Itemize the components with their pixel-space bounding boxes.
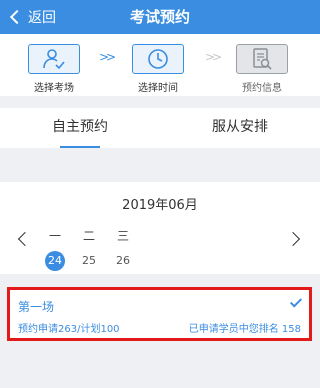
month-label: 2019年06月 [122,198,198,213]
date-label: 25 [82,254,96,267]
date-selected: 24 [45,251,65,271]
tab-self-booking[interactable]: 自主预约 [0,108,160,148]
step-arrow-icon: >> [99,50,116,64]
step-label: 选择考场 [34,83,74,94]
checkmark-icon [289,295,303,308]
person-check-icon [43,49,65,70]
step-booking-info: 预约信息 [235,44,289,94]
step-icon-box [236,44,288,74]
weekday-label: 一 [48,229,61,243]
step-select-time[interactable]: 选择时间 [131,44,185,94]
session-rank: 已申请学员中您排名 158 [188,324,301,335]
progress-steps: 选择考场 >> 选择时间 >> 预约信息 [0,34,320,96]
session-quota: 预约申请263/计划100 [18,324,120,335]
chevron-left-icon[interactable] [17,231,33,247]
weekday-label: 三 [116,229,129,243]
step-label: 选择时间 [138,83,178,94]
session-card[interactable]: 第一场 预约申请263/计划100 已申请学员中您排名 158 [7,287,312,341]
clock-icon [148,49,168,69]
tab-label: 自主预约 [52,119,108,135]
step-arrow-icon: >> [205,50,222,64]
page-title: 考试预约 [129,8,190,26]
exam-booking-page: 返回 考试预约 选择考场 >> 选择时间 >> 预约信息 自主预约 服从安排 2… [0,0,320,388]
date-picker: 2019年06月 一 24 二 25 三 26 [0,182,320,274]
day-item[interactable]: 一 24 [45,229,65,271]
date-label: 26 [116,254,130,267]
day-item[interactable]: 三 26 [113,229,133,271]
step-icon-box [28,44,80,74]
session-name: 第一场 [18,300,55,314]
document-search-icon [253,48,272,70]
booking-mode-tabs: 自主预约 服从安排 [0,108,320,148]
step-label: 预约信息 [242,83,282,94]
chevron-right-icon[interactable] [285,231,301,247]
header-bar: 返回 考试预约 [0,0,320,34]
weekday-label: 二 [82,229,95,243]
day-item[interactable]: 二 25 [79,229,99,271]
tab-label: 服从安排 [212,119,268,135]
step-icon-box [132,44,184,74]
step-select-venue[interactable]: 选择考场 [27,44,81,94]
tab-assigned[interactable]: 服从安排 [160,108,320,148]
tab-active-indicator [60,146,100,148]
